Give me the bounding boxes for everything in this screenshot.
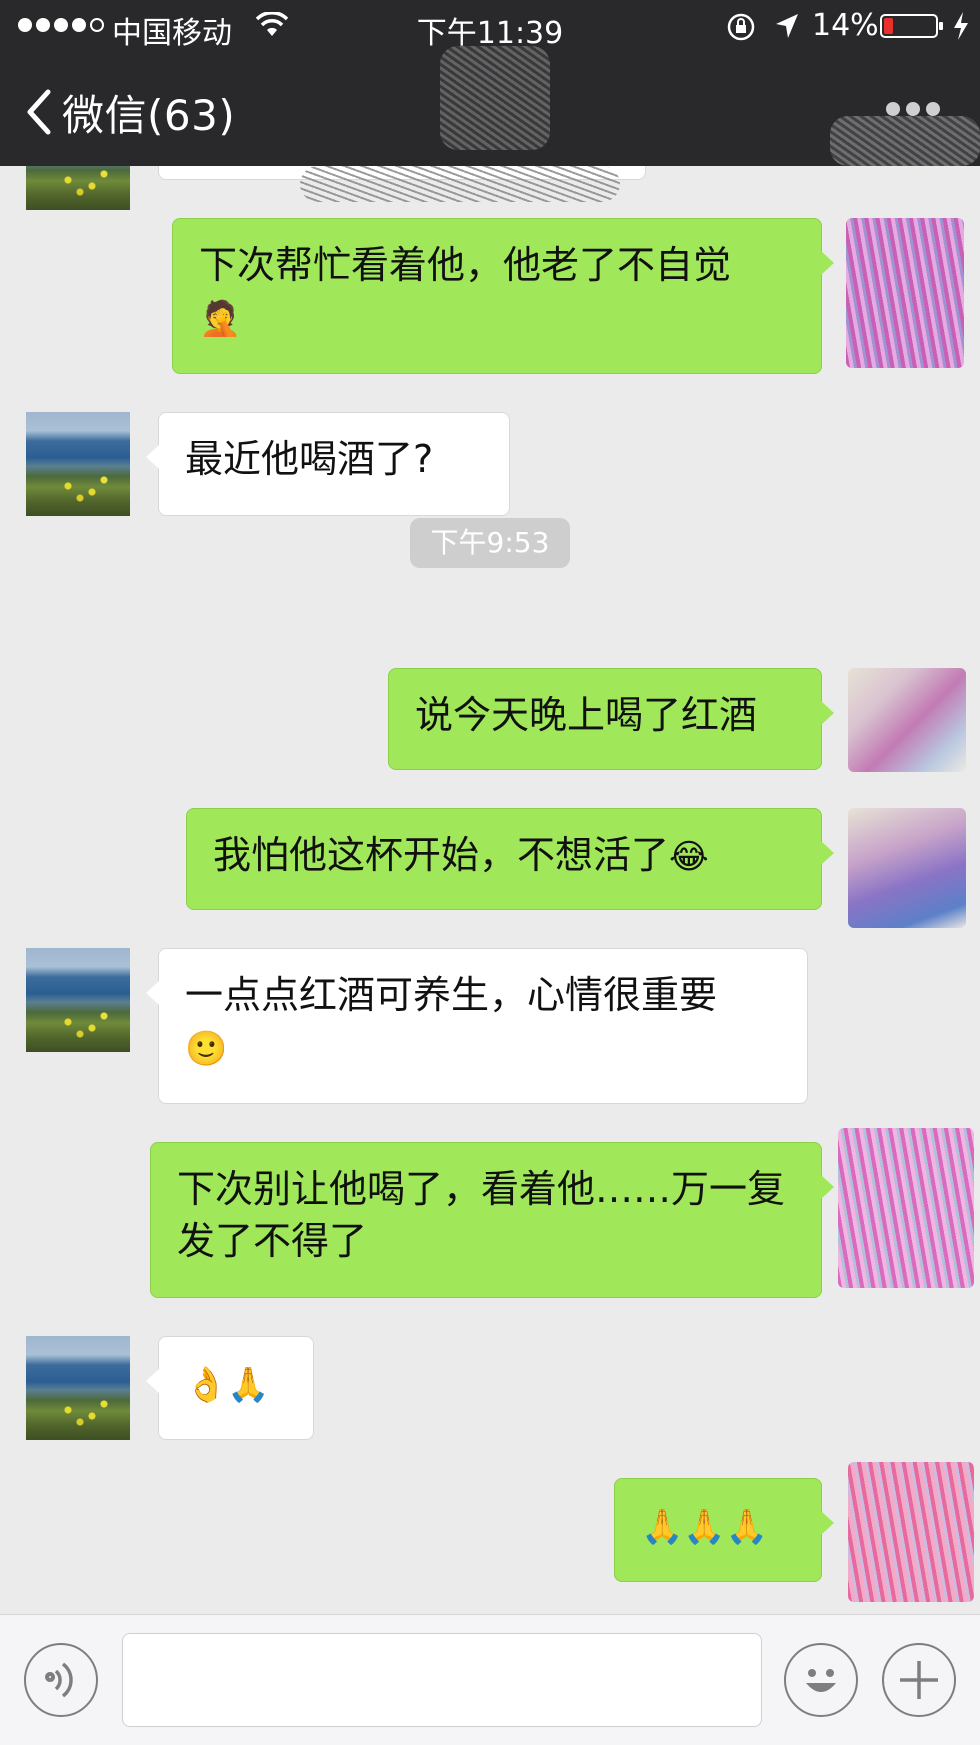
emoji-button[interactable] [784, 1643, 858, 1717]
voice-icon [45, 1662, 73, 1698]
contact-avatar[interactable] [26, 166, 130, 210]
smile-emoji-icon: 🙂 [185, 1029, 228, 1069]
chevron-left-icon [27, 89, 51, 135]
pray-emoji-icon: 🙏🙏🙏 [641, 1507, 769, 1547]
message-bubble-received[interactable]: 最近他喝酒了? [146, 412, 510, 516]
redaction-scribble [440, 46, 550, 150]
message-bubble-sent[interactable]: 🙏🙏🙏 [614, 1478, 834, 1582]
battery-icon [880, 14, 943, 38]
contact-avatar[interactable] [26, 412, 130, 516]
redaction-scribble [830, 116, 980, 166]
status-bar: 中国移动 下午11:39 14% [0, 0, 980, 52]
redaction-scribble [300, 166, 620, 202]
chat-timestamp: 下午9:53 [410, 518, 570, 568]
message-text: 最近他喝酒了? [185, 437, 434, 481]
message-bubble-sent[interactable]: 说今天晚上喝了红酒 [388, 668, 834, 770]
battery-percentage: 14% [812, 8, 879, 43]
message-bubble-received[interactable]: 👌🙏 [146, 1336, 314, 1440]
plus-icon [900, 1661, 938, 1699]
message-input[interactable] [122, 1633, 762, 1727]
message-text: 一点点红酒可养生，心情很重要 [185, 973, 718, 1017]
more-button[interactable] [886, 102, 940, 116]
message-text: 说今天晚上喝了红酒 [415, 693, 758, 737]
contact-avatar[interactable] [26, 1336, 130, 1440]
back-label: 微信(63) [62, 90, 236, 140]
ok-hand-pray-emoji-icon: 👌🙏 [185, 1365, 270, 1405]
back-button[interactable]: 微信(63) [24, 82, 235, 142]
smiley-icon [806, 1669, 836, 1692]
header-bar: 中国移动 下午11:39 14% 微信(63) [0, 0, 980, 166]
laughing-emoji-icon: 😂 [669, 837, 709, 877]
input-bar [0, 1614, 980, 1745]
voice-button[interactable] [24, 1643, 98, 1717]
message-bubble-sent[interactable]: 下次帮忙看着他，他老了不自觉 🤦 [172, 218, 834, 374]
charging-bolt-icon [954, 12, 968, 40]
message-text: 下次别让他喝了，看着他……万一复发了不得了 [177, 1167, 786, 1263]
user-avatar[interactable] [848, 808, 966, 928]
message-bubble-received[interactable]: 一点点红酒可养生，心情很重要 🙂 [146, 948, 808, 1104]
message-text: 下次帮忙看着他，他老了不自觉 [199, 243, 732, 287]
message-text: 我怕他这杯开始，不想活了 [213, 833, 670, 877]
rotation-lock-icon [727, 13, 755, 41]
message-bubble-sent[interactable]: 我怕他这杯开始，不想活了😂 [186, 808, 834, 910]
user-avatar[interactable] [838, 1128, 974, 1288]
user-avatar[interactable] [846, 218, 964, 368]
user-avatar[interactable] [848, 668, 966, 772]
user-avatar[interactable] [848, 1462, 974, 1602]
facepalm-emoji-icon: 🤦 [199, 299, 242, 339]
more-functions-button[interactable] [882, 1643, 956, 1717]
message-bubble-sent[interactable]: 下次别让他喝了，看着他……万一复发了不得了 [150, 1142, 834, 1298]
chat-area[interactable]: 下次帮忙看着他，他老了不自觉 🤦 最近他喝酒了? 下午9:53 说今天晚上喝了红… [0, 166, 980, 1614]
contact-avatar[interactable] [26, 948, 130, 1052]
location-arrow-icon [776, 14, 798, 38]
